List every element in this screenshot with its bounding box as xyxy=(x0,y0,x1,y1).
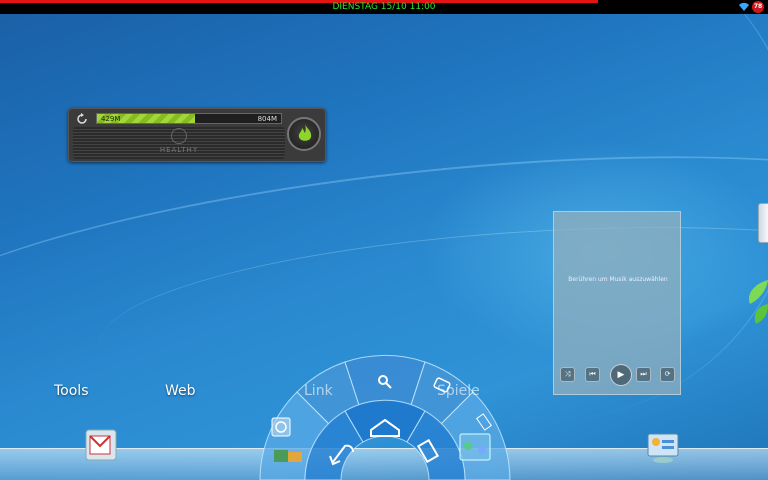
memory-booster-widget[interactable]: 429M 804M HEALTHY xyxy=(68,108,326,162)
battery-badge: 78 xyxy=(752,1,764,13)
shuffle-icon[interactable]: ⤨ xyxy=(560,367,575,382)
refresh-icon[interactable] xyxy=(75,112,89,126)
music-controls: ⤨ ⏮ ▶ ⏭ ⟳ xyxy=(560,364,676,386)
pie-label-games[interactable]: Spiele xyxy=(437,383,480,399)
status-bar: DIENSTAG 15/10 11:00 78 xyxy=(0,0,768,14)
gmail-app-icon[interactable] xyxy=(84,428,118,462)
flame-icon xyxy=(298,124,312,141)
folder-label-tools[interactable]: Tools xyxy=(54,383,89,399)
memory-used-value: 429M xyxy=(101,115,121,123)
memory-total-value: 804M xyxy=(257,115,277,123)
previous-track-icon[interactable]: ⏮ xyxy=(585,367,600,382)
next-track-icon[interactable]: ⏭ xyxy=(636,367,651,382)
side-panel-handle[interactable] xyxy=(758,203,768,243)
health-gauge-icon xyxy=(171,128,187,144)
wifi-icon xyxy=(739,2,749,12)
memory-grille: HEALTHY xyxy=(73,127,285,159)
settings-app-icon[interactable] xyxy=(646,430,680,464)
memory-boost-button[interactable] xyxy=(287,117,321,151)
status-datetime: DIENSTAG 15/10 11:00 xyxy=(332,2,436,12)
music-player-widget[interactable]: Berühren um Musik auszuwählen ⤨ ⏮ ▶ ⏭ ⟳ xyxy=(553,211,681,395)
tools-folder-icon[interactable] xyxy=(268,412,308,468)
games-folder-icon[interactable] xyxy=(456,430,496,466)
music-prompt-text[interactable]: Berühren um Musik auszuwählen xyxy=(554,276,682,283)
folder-label-web[interactable]: Web xyxy=(165,383,196,399)
memory-usage-bar: 429M 804M xyxy=(96,113,282,124)
play-icon[interactable]: ▶ xyxy=(610,364,632,386)
leaf-decoration-icon xyxy=(748,280,768,324)
pie-label-link[interactable]: Link xyxy=(304,383,333,399)
repeat-icon[interactable]: ⟳ xyxy=(660,367,675,382)
memory-health-status: HEALTHY xyxy=(159,146,199,154)
